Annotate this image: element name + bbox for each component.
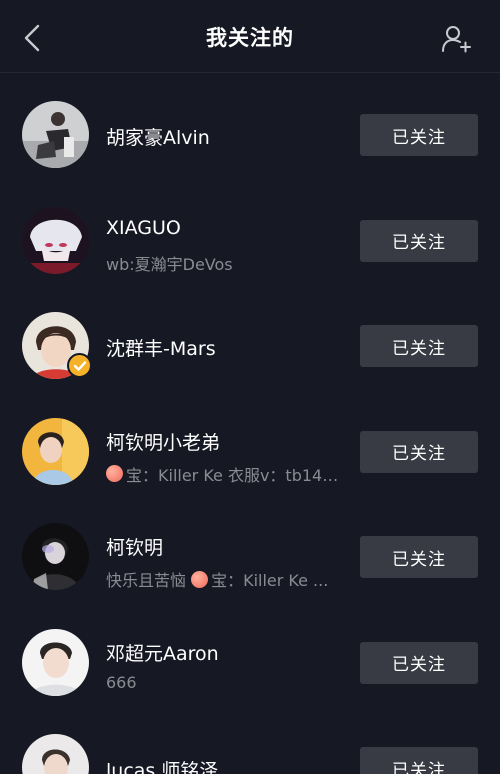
following-list: 胡家豪Alvin 已关注 XIAGUO wb:夏瀚宇DeVos 已关注 沈群丰-… (0, 73, 500, 774)
following-button[interactable]: 已关注 (360, 219, 478, 262)
user-bio: 宝：Killer Ke 衣服v：tb145... (106, 462, 341, 486)
peach-icon (191, 570, 209, 588)
list-item[interactable]: 柯钦明小老弟 宝：Killer Ke 衣服v：tb145... 已关注 (0, 390, 500, 496)
following-button[interactable]: 已关注 (360, 747, 478, 774)
user-name: 胡家豪Alvin (106, 127, 210, 149)
list-item[interactable]: 胡家豪Alvin 已关注 (0, 73, 500, 179)
user-name: XIAGUO (106, 216, 181, 239)
avatar[interactable] (22, 101, 89, 168)
user-name: 邓超元Aaron (106, 642, 219, 665)
avatar[interactable] (22, 523, 89, 590)
user-name: lucas 师铭泽 (106, 760, 219, 774)
page-title: 我关注的 (206, 26, 294, 50)
following-button[interactable]: 已关注 (360, 430, 478, 473)
checkmark-icon (73, 360, 86, 371)
top-nav-bar: 我关注的 (0, 0, 500, 73)
avatar[interactable] (22, 206, 89, 274)
avatar[interactable] (22, 628, 89, 696)
user-bio: 快乐且苦恼 宝：Killer Ke ... (106, 570, 329, 590)
list-item[interactable]: 沈群丰-Mars 已关注 (0, 284, 500, 390)
add-user-icon (442, 26, 471, 53)
user-name: 柯钦明小老弟 (106, 431, 221, 454)
list-item[interactable]: 邓超元Aaron 666 已关注 (0, 601, 500, 707)
peach-icon (106, 465, 123, 482)
add-friend-button[interactable] (440, 22, 474, 56)
user-name: 柯钦明 (106, 537, 164, 559)
following-button[interactable]: 已关注 (360, 325, 478, 367)
following-button[interactable]: 已关注 (360, 536, 478, 578)
following-button[interactable]: 已关注 (360, 114, 478, 156)
user-bio: wb:夏瀚宇DeVos (106, 254, 233, 274)
avatar[interactable] (22, 734, 89, 774)
user-bio: 666 (106, 672, 137, 692)
avatar[interactable] (22, 417, 89, 485)
list-item[interactable]: XIAGUO wb:夏瀚宇DeVos 已关注 (0, 179, 500, 285)
list-item[interactable]: lucas 师铭泽 已关注 (0, 706, 500, 774)
following-screen: 我关注的 胡家豪Alvin 已关注 XIAGUO wb:夏瀚宇DeVos 已关注… (0, 0, 500, 774)
following-button[interactable]: 已关注 (360, 641, 478, 684)
avatar[interactable] (22, 312, 92, 379)
user-name: 沈群丰-Mars (106, 338, 216, 360)
list-item[interactable]: 柯钦明 快乐且苦恼 宝：Killer Ke ... 已关注 (0, 495, 500, 601)
verified-badge (67, 353, 92, 378)
